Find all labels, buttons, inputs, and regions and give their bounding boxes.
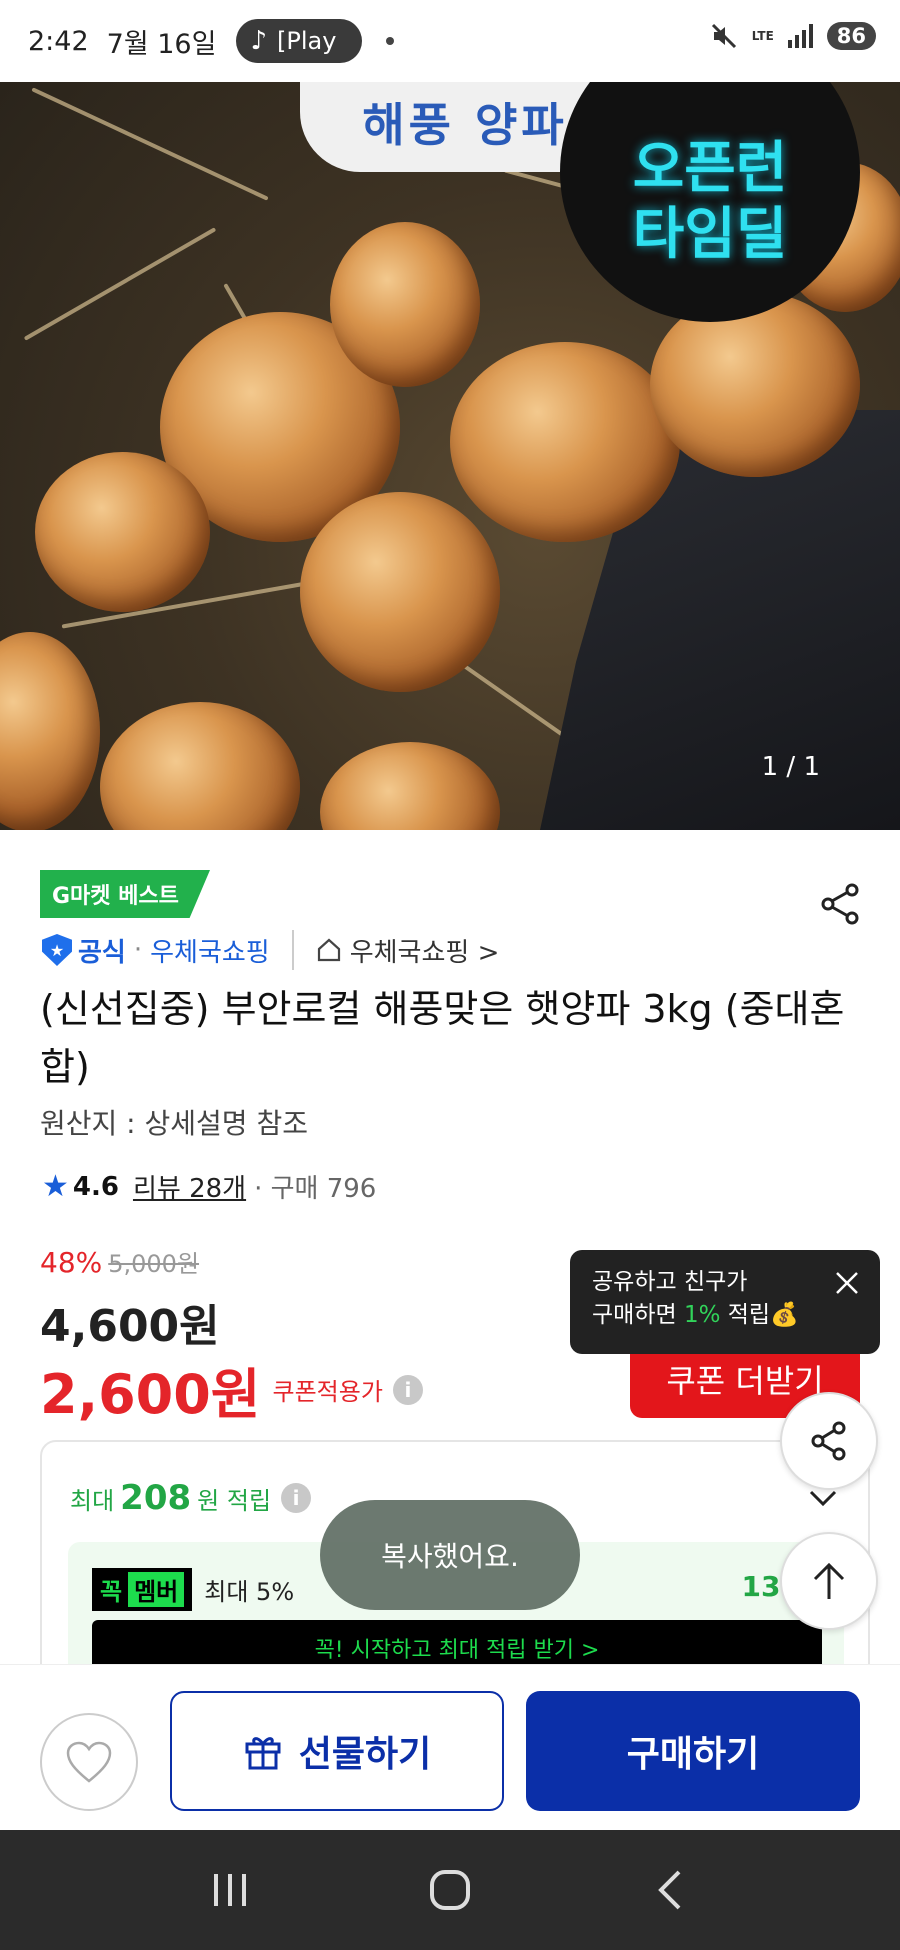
system-nav-bar [0, 1830, 900, 1950]
home-button[interactable] [410, 1860, 490, 1920]
sale-price: 4,600원 [40, 1301, 220, 1352]
chevron-down-icon[interactable] [808, 1488, 838, 1508]
coupon-price-label: 쿠폰적용가 [272, 1378, 383, 1406]
badge-line1: 오픈런 [632, 136, 788, 201]
badge-line2: 타임딜 [632, 202, 788, 267]
divider [291, 930, 294, 970]
separator: · [133, 935, 143, 965]
rating-line: ★ 4.6 리뷰 28개 · 구매 796 [42, 1168, 376, 1205]
product-image[interactable]: 해풍 양파 오픈런 타임딜 1 / 1 [0, 82, 900, 830]
copied-toast: 복사했어요. [320, 1500, 580, 1610]
heart-icon [66, 1741, 112, 1783]
info-icon[interactable]: i [281, 1483, 312, 1513]
bottom-action-bar: 선물하기 구매하기 [0, 1664, 900, 1830]
tooltip-line1: 공유하고 친구가 [592, 1269, 748, 1295]
recent-apps-icon [214, 1874, 246, 1906]
status-bar: 2:42 7월 16일 ♪ [Play LTE 86 [0, 0, 900, 82]
coupon-price-line: 2,600원 쿠폰적용가 i [40, 1350, 423, 1429]
back-button[interactable] [630, 1860, 710, 1920]
gift-label: 선물하기 [298, 1734, 432, 1775]
official-label: 공식 [78, 937, 126, 968]
close-icon[interactable] [834, 1270, 860, 1296]
home-circle-icon [430, 1870, 470, 1910]
seller-name[interactable]: 우체국쇼핑 [150, 932, 270, 969]
image-counter: 1 / 1 [761, 752, 820, 782]
share-icon[interactable] [816, 880, 864, 928]
member-logo: 꼭 멤버 [92, 1568, 193, 1611]
reward-header: 최대 208 원 적립 i [70, 1478, 312, 1518]
reward-prefix: 최대 [70, 1486, 115, 1515]
original-price: 5,000원 [108, 1250, 200, 1278]
tooltip-line2: 구매하면 1% 적립💰 [592, 1302, 799, 1328]
product-title: (신선집중) 부안로컬 해풍맞은 햇양파 3kg (중대혼합) [40, 987, 845, 1089]
recent-apps-button[interactable] [190, 1860, 270, 1920]
member-text: 최대 5% [204, 1578, 295, 1606]
share-icon [811, 1421, 846, 1461]
wishlist-button[interactable] [40, 1713, 138, 1811]
back-icon [658, 1870, 681, 1910]
battery-indicator: 86 [826, 22, 876, 50]
seller-line: ★ 공식 · 우체국쇼핑 우체국쇼핑 > [42, 930, 499, 970]
best-badge: G마켓 베스트 [40, 870, 210, 918]
info-icon[interactable]: i [392, 1374, 423, 1405]
network-type: LTE [751, 29, 774, 43]
review-link[interactable]: 리뷰 28개 [133, 1168, 246, 1205]
member-row: 꼭 멤버 최대 5% [92, 1568, 294, 1611]
banner-text: 해풍 양파 [362, 98, 568, 152]
reward-suffix: 원 적립 [197, 1486, 272, 1515]
gift-icon [245, 1737, 281, 1770]
status-date: 7월 16일 [106, 28, 217, 60]
signal-icon [787, 24, 813, 48]
buy-button[interactable]: 구매하기 [526, 1691, 860, 1811]
scroll-top-button[interactable] [780, 1532, 878, 1630]
arrow-up-icon [813, 1562, 845, 1599]
notification-dot-icon [386, 37, 395, 45]
share-reward-tooltip: 공유하고 친구가 구매하면 1% 적립💰 [570, 1250, 880, 1354]
status-indicators: LTE 86 [710, 22, 876, 50]
purchase-count: · 구매 796 [254, 1174, 377, 1204]
home-icon [317, 938, 340, 962]
media-notification-pill[interactable]: ♪ [Play [236, 19, 363, 63]
discount-line: 48% 5,000원 [40, 1244, 199, 1279]
gift-button[interactable]: 선물하기 [170, 1691, 504, 1811]
media-label: [Play [277, 27, 337, 55]
star-icon: ★ [42, 1169, 69, 1204]
product-origin: 원산지 : 상세설명 참조 [40, 1107, 308, 1140]
floating-share-button[interactable] [780, 1392, 878, 1490]
coupon-price: 2,600원 [40, 1363, 261, 1426]
reward-amount: 208 [120, 1478, 192, 1518]
tooltip-percent: 1% [683, 1302, 721, 1328]
official-shield-icon: ★ [42, 934, 72, 966]
mute-icon [711, 23, 736, 49]
store-link-label: 우체국쇼핑 > [349, 937, 500, 968]
discount-rate: 48% [40, 1246, 103, 1279]
rating-value: 4.6 [72, 1171, 119, 1202]
music-note-icon: ♪ [250, 26, 268, 56]
status-time: 2:42 [28, 25, 89, 57]
store-link[interactable]: 우체국쇼핑 > [316, 932, 500, 969]
